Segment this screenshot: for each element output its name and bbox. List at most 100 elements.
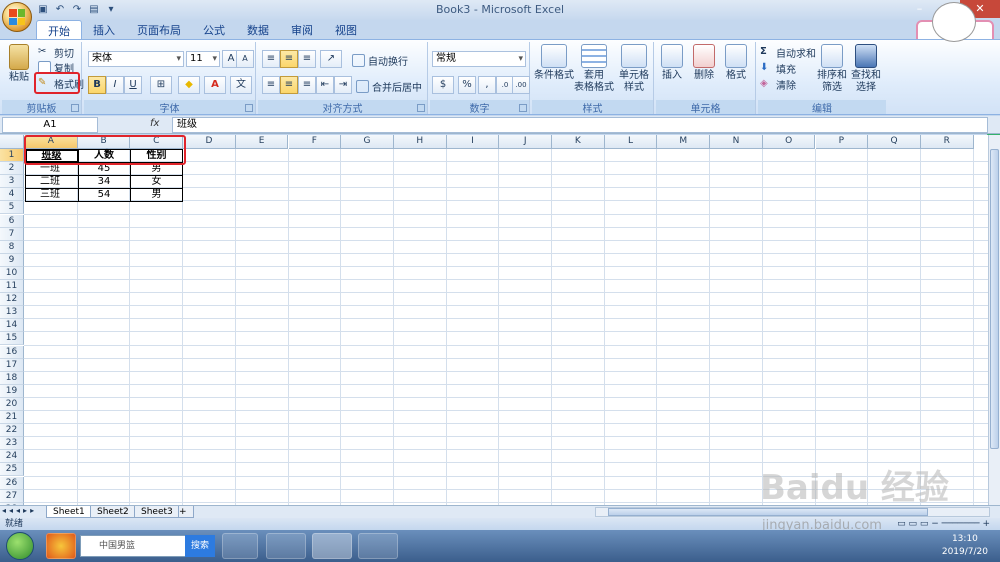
- comma-button[interactable]: ,: [478, 76, 496, 94]
- cell-B4[interactable]: 54: [78, 188, 130, 201]
- row-header-14[interactable]: 14: [0, 319, 24, 333]
- tab-review[interactable]: 审阅: [280, 20, 324, 39]
- row-header-5[interactable]: 5: [0, 201, 24, 215]
- increase-indent-button[interactable]: ⇥: [334, 76, 352, 94]
- tab-view[interactable]: 视图: [324, 20, 368, 39]
- number-launcher[interactable]: [519, 104, 527, 112]
- clear-button[interactable]: ◈ 清除: [760, 77, 796, 92]
- column-header-R[interactable]: R: [920, 135, 974, 149]
- column-header-L[interactable]: L: [604, 135, 658, 149]
- column-header-D[interactable]: D: [183, 135, 236, 149]
- column-header-G[interactable]: G: [341, 135, 394, 149]
- sheet-tab-3[interactable]: Sheet3: [134, 506, 180, 518]
- column-header-P[interactable]: P: [815, 135, 869, 149]
- system-clock[interactable]: 13:10 2019/7/20: [942, 533, 988, 559]
- taskbar-word-icon[interactable]: [266, 533, 306, 559]
- clipboard-launcher[interactable]: [71, 104, 79, 112]
- cell-B3[interactable]: 34: [78, 175, 130, 188]
- row-header-17[interactable]: 17: [0, 358, 24, 372]
- row-header-21[interactable]: 21: [0, 411, 24, 425]
- align-right-button[interactable]: ≡: [298, 76, 316, 94]
- format-as-table-button[interactable]: 套用 表格格式: [574, 44, 614, 94]
- vertical-scrollbar[interactable]: [988, 135, 1000, 505]
- cell-C3[interactable]: 女: [130, 175, 183, 188]
- bold-button[interactable]: B: [88, 76, 106, 94]
- align-center-button[interactable]: ≡: [280, 76, 298, 94]
- tab-home[interactable]: 开始: [36, 20, 82, 39]
- start-button[interactable]: [6, 532, 34, 560]
- sheet-tab-2[interactable]: Sheet2: [90, 506, 136, 518]
- underline-button[interactable]: U: [124, 76, 142, 94]
- column-header-E[interactable]: E: [235, 135, 289, 149]
- column-header-M[interactable]: M: [657, 135, 711, 149]
- insert-function-icon[interactable]: fx: [150, 118, 159, 129]
- insert-cells-button[interactable]: 插入: [656, 44, 688, 82]
- zoom-control[interactable]: ▭ ▭ ▭ − ─────── +: [897, 518, 990, 530]
- row-header-3[interactable]: 3: [0, 175, 24, 189]
- column-header-I[interactable]: I: [446, 135, 500, 149]
- column-header-H[interactable]: H: [393, 135, 447, 149]
- sheet-nav-arrows[interactable]: ◂◂◂▸▸: [2, 506, 37, 515]
- cell-A4[interactable]: 三班: [40, 188, 78, 201]
- tab-page-layout[interactable]: 页面布局: [126, 20, 192, 39]
- tab-data[interactable]: 数据: [236, 20, 280, 39]
- row-header-11[interactable]: 11: [0, 280, 24, 294]
- font-launcher[interactable]: [245, 104, 253, 112]
- row-header-9[interactable]: 9: [0, 253, 24, 267]
- row-header-12[interactable]: 12: [0, 293, 24, 307]
- row-header-22[interactable]: 22: [0, 424, 24, 438]
- column-header-Q[interactable]: Q: [868, 135, 921, 149]
- fill-button[interactable]: ⬇ 填充: [760, 61, 796, 76]
- row-header-25[interactable]: 25: [0, 463, 24, 477]
- row-header-23[interactable]: 23: [0, 437, 24, 451]
- alignment-launcher[interactable]: [417, 104, 425, 112]
- cell-C4[interactable]: 男: [130, 188, 183, 201]
- align-middle-button[interactable]: ≡: [280, 50, 298, 68]
- wrap-text-button[interactable]: 自动换行: [352, 53, 408, 68]
- row-header-10[interactable]: 10: [0, 266, 24, 280]
- insert-sheet-icon[interactable]: +: [178, 506, 194, 518]
- row-header-7[interactable]: 7: [0, 227, 24, 241]
- taskbar-refresh-icon[interactable]: [222, 533, 258, 559]
- row-header-24[interactable]: 24: [0, 450, 24, 464]
- row-header-27[interactable]: 27: [0, 489, 24, 503]
- sheet-tab-1[interactable]: Sheet1: [46, 506, 92, 518]
- align-left-button[interactable]: ≡: [262, 76, 280, 94]
- taskbar-excel-icon[interactable]: [312, 533, 352, 559]
- name-box[interactable]: A1: [2, 117, 98, 133]
- row-header-4[interactable]: 4: [0, 188, 24, 202]
- row-header-16[interactable]: 16: [0, 345, 24, 359]
- percent-button[interactable]: %: [458, 76, 476, 94]
- row-header-8[interactable]: 8: [0, 240, 24, 254]
- phonetic-button[interactable]: 文: [230, 76, 252, 94]
- row-header-2[interactable]: 2: [0, 162, 24, 176]
- decrease-decimal-button[interactable]: .00: [512, 76, 530, 94]
- row-header-6[interactable]: 6: [0, 214, 24, 228]
- row-header-1[interactable]: 1: [0, 149, 24, 163]
- format-cells-button[interactable]: 格式: [720, 44, 752, 82]
- cell-styles-button[interactable]: 单元格 样式: [614, 44, 654, 94]
- taskbar-browser-icon[interactable]: [46, 533, 76, 559]
- delete-cells-button[interactable]: 删除: [688, 44, 720, 82]
- column-header-F[interactable]: F: [288, 135, 342, 149]
- borders-button[interactable]: ⊞: [150, 76, 172, 94]
- row-header-26[interactable]: 26: [0, 476, 24, 490]
- font-size-combo[interactable]: 11: [186, 51, 220, 67]
- row-header-18[interactable]: 18: [0, 371, 24, 385]
- font-color-button[interactable]: A: [204, 76, 226, 94]
- taskbar-search-button[interactable]: 搜索: [185, 535, 215, 557]
- italic-button[interactable]: I: [106, 76, 124, 94]
- cell-A3[interactable]: 二班: [40, 175, 78, 188]
- row-header-13[interactable]: 13: [0, 306, 24, 320]
- paste-button[interactable]: 粘贴: [4, 44, 34, 84]
- vertical-scroll-thumb[interactable]: [990, 149, 999, 449]
- row-header-20[interactable]: 20: [0, 397, 24, 411]
- column-header-J[interactable]: J: [499, 135, 552, 149]
- align-bottom-button[interactable]: ≡: [298, 50, 316, 68]
- conditional-format-button[interactable]: 条件格式: [534, 44, 574, 82]
- row-header-19[interactable]: 19: [0, 384, 24, 398]
- select-all-corner[interactable]: [0, 135, 24, 149]
- find-select-button[interactable]: 查找和 选择: [850, 44, 882, 94]
- column-header-N[interactable]: N: [710, 135, 763, 149]
- orientation-button[interactable]: ↗: [320, 50, 342, 68]
